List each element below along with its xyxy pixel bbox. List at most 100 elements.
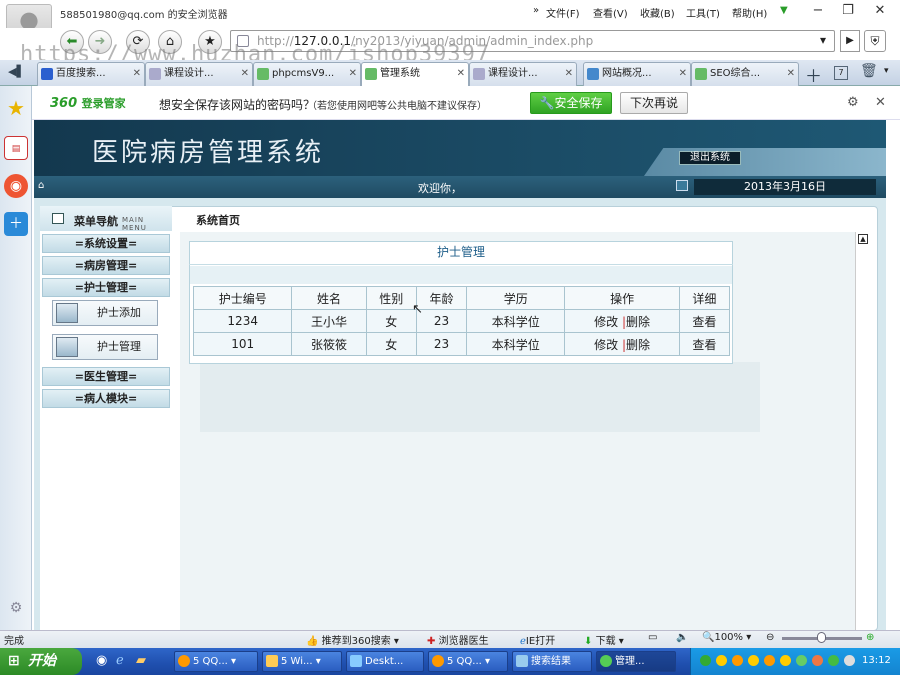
- col-detail: 详细: [678, 286, 731, 310]
- cell-id: 101: [192, 332, 293, 356]
- download-button[interactable]: ⬇ 下载 ▾: [584, 632, 624, 647]
- tab-seo[interactable]: SEO综合... ✕: [691, 62, 799, 86]
- menu-patient-module[interactable]: =病人模块=: [42, 389, 170, 408]
- home-button[interactable]: ⌂: [158, 30, 182, 54]
- favorites-star-icon[interactable]: ★: [4, 96, 28, 120]
- tab-site-overview[interactable]: 网站概况... ✕: [583, 62, 691, 86]
- new-tab-icon[interactable]: ＋: [805, 62, 822, 87]
- save-password-button[interactable]: 🔧安全保存: [530, 92, 612, 114]
- tray-volume-icon[interactable]: [844, 655, 855, 666]
- volume-icon[interactable]: 🔈: [676, 632, 688, 643]
- scroll-up-icon[interactable]: ▲: [858, 234, 868, 244]
- tray-guard-icon[interactable]: [828, 655, 839, 666]
- address-dropdown-icon[interactable]: ▾: [820, 33, 826, 47]
- pwbar-close-icon[interactable]: ✕: [875, 95, 886, 110]
- trash-icon[interactable]: 🗑: [860, 63, 878, 79]
- pwbar-settings-icon[interactable]: ⚙: [847, 95, 859, 110]
- menu-tools[interactable]: 工具(T): [686, 5, 720, 20]
- trash-dropdown-icon[interactable]: ▾: [884, 66, 889, 76]
- settings-gear-icon[interactable]: ⚙: [4, 596, 28, 620]
- detail-link[interactable]: 查看: [678, 332, 731, 356]
- browser-doctor-button[interactable]: ✚ 浏览器医生: [427, 632, 489, 647]
- zoom-in-icon[interactable]: ⊕: [866, 632, 874, 643]
- menu-help[interactable]: 帮助(H): [732, 5, 767, 20]
- refresh-button[interactable]: ⟳: [126, 30, 150, 54]
- taskbar-item-qq-2[interactable]: 5 QQ... ▾: [428, 651, 508, 672]
- quicklaunch-folder-icon[interactable]: ▰: [136, 653, 146, 668]
- tab-phpcms[interactable]: phpcmsV9... ✕: [253, 62, 361, 86]
- tray-qq-icon[interactable]: [764, 655, 775, 666]
- zoom-out-icon[interactable]: ⊖: [766, 632, 774, 643]
- sidebar-toggle-icon[interactable]: ◀▌: [8, 65, 25, 78]
- tab-close-icon[interactable]: ✕: [133, 63, 141, 85]
- zoom-slider-thumb[interactable]: [817, 632, 826, 643]
- close-window-button[interactable]: ✕: [866, 0, 894, 22]
- delete-link[interactable]: 删除: [626, 338, 650, 352]
- content-scrollbar[interactable]: [855, 232, 870, 631]
- submenu-nurse-manage[interactable]: 护士管理: [52, 334, 158, 360]
- favorite-star-button[interactable]: ★: [198, 30, 222, 54]
- news-icon[interactable]: ▤: [4, 136, 28, 160]
- taskbar-item-desktop[interactable]: Deskt...: [346, 651, 424, 672]
- quicklaunch-ie-icon[interactable]: ℯ: [116, 653, 124, 668]
- recommend-360-button[interactable]: 👍 推荐到360搜索 ▾: [306, 632, 399, 647]
- tab-list-icon[interactable]: 7: [834, 66, 848, 80]
- tray-qq-icon[interactable]: [748, 655, 759, 666]
- tray-security-icon[interactable]: [812, 655, 823, 666]
- menu-doctor-management[interactable]: =医生管理=: [42, 367, 170, 386]
- menu-ward-management[interactable]: =病房管理=: [42, 256, 170, 275]
- tab-close-icon[interactable]: ✕: [241, 63, 249, 85]
- taskbar-item-admin[interactable]: 管理...: [596, 651, 676, 672]
- tab-baidu[interactable]: 百度搜索... ✕: [37, 62, 145, 86]
- menu-file[interactable]: 文件(F): [546, 5, 580, 20]
- menu-nurse-management[interactable]: =护士管理=: [42, 278, 170, 297]
- tab-course-1[interactable]: 课程设计... ✕: [145, 62, 253, 86]
- back-button[interactable]: ⬅: [60, 30, 84, 54]
- menu-favorites[interactable]: 收藏(B): [640, 5, 675, 20]
- ie-open-button[interactable]: ℯIE打开: [520, 632, 555, 647]
- tab-close-icon[interactable]: ✕: [679, 63, 687, 85]
- forward-button[interactable]: ➜: [88, 30, 112, 54]
- go-button[interactable]: ▶: [840, 30, 860, 52]
- quicklaunch-browser-icon[interactable]: ◉: [96, 653, 107, 668]
- maximize-button[interactable]: ❐: [834, 0, 862, 22]
- col-name: 姓名: [291, 286, 367, 310]
- app-add-icon[interactable]: ＋: [4, 212, 28, 236]
- edit-link[interactable]: 修改: [594, 338, 618, 352]
- start-button[interactable]: ⊞ 开始: [0, 648, 82, 675]
- shield-icon[interactable]: ⛨: [864, 30, 886, 52]
- tab-close-icon[interactable]: ✕: [565, 63, 573, 85]
- zoom-control[interactable]: 🔍100% ▾: [702, 632, 751, 643]
- detail-link[interactable]: 查看: [678, 309, 731, 333]
- tray-network-icon[interactable]: [796, 655, 807, 666]
- tray-qq-icon[interactable]: [780, 655, 791, 666]
- logout-button[interactable]: 退出系统: [679, 151, 741, 165]
- tray-qq-icon[interactable]: [732, 655, 743, 666]
- later-button[interactable]: 下次再说: [620, 92, 688, 114]
- skin-icon[interactable]: ▼: [780, 5, 788, 16]
- edit-link[interactable]: 修改: [594, 315, 618, 329]
- taskbar-item-qq-1[interactable]: 5 QQ... ▾: [174, 651, 258, 672]
- submenu-nurse-add[interactable]: 护士添加: [52, 300, 158, 326]
- tab-course-2[interactable]: 课程设计... ✕: [469, 62, 577, 86]
- menu-more-icon[interactable]: »: [533, 5, 539, 16]
- tab-close-icon[interactable]: ✕: [349, 63, 357, 85]
- tab-close-icon[interactable]: ✕: [787, 63, 795, 85]
- delete-link[interactable]: 删除: [626, 315, 650, 329]
- address-bar[interactable]: http://127.0.0.1/ny2013/yiyuan/admin/adm…: [230, 30, 835, 52]
- home-icon[interactable]: ⌂: [38, 180, 52, 192]
- tray-qq-icon[interactable]: [716, 655, 727, 666]
- app-subbar: ⌂ 欢迎你， 2013年3月16日: [34, 176, 886, 198]
- screen-icon[interactable]: ▭: [648, 632, 657, 643]
- menu-header-label: 菜单导航: [74, 215, 118, 228]
- weibo-icon[interactable]: ◉: [4, 174, 28, 198]
- tab-admin[interactable]: 管理系统 ✕: [361, 62, 469, 86]
- tray-360-icon[interactable]: [700, 655, 711, 666]
- menu-view[interactable]: 查看(V): [593, 5, 628, 20]
- minimize-button[interactable]: −: [804, 0, 832, 22]
- password-hint: （若您使用网吧等公共电脑不建议保存）: [307, 101, 487, 112]
- taskbar-item-windows[interactable]: 5 Wi... ▾: [262, 651, 342, 672]
- tab-close-icon[interactable]: ✕: [457, 63, 465, 85]
- taskbar-item-search-results[interactable]: 搜索结果: [512, 651, 592, 672]
- menu-system-settings[interactable]: =系统设置=: [42, 234, 170, 253]
